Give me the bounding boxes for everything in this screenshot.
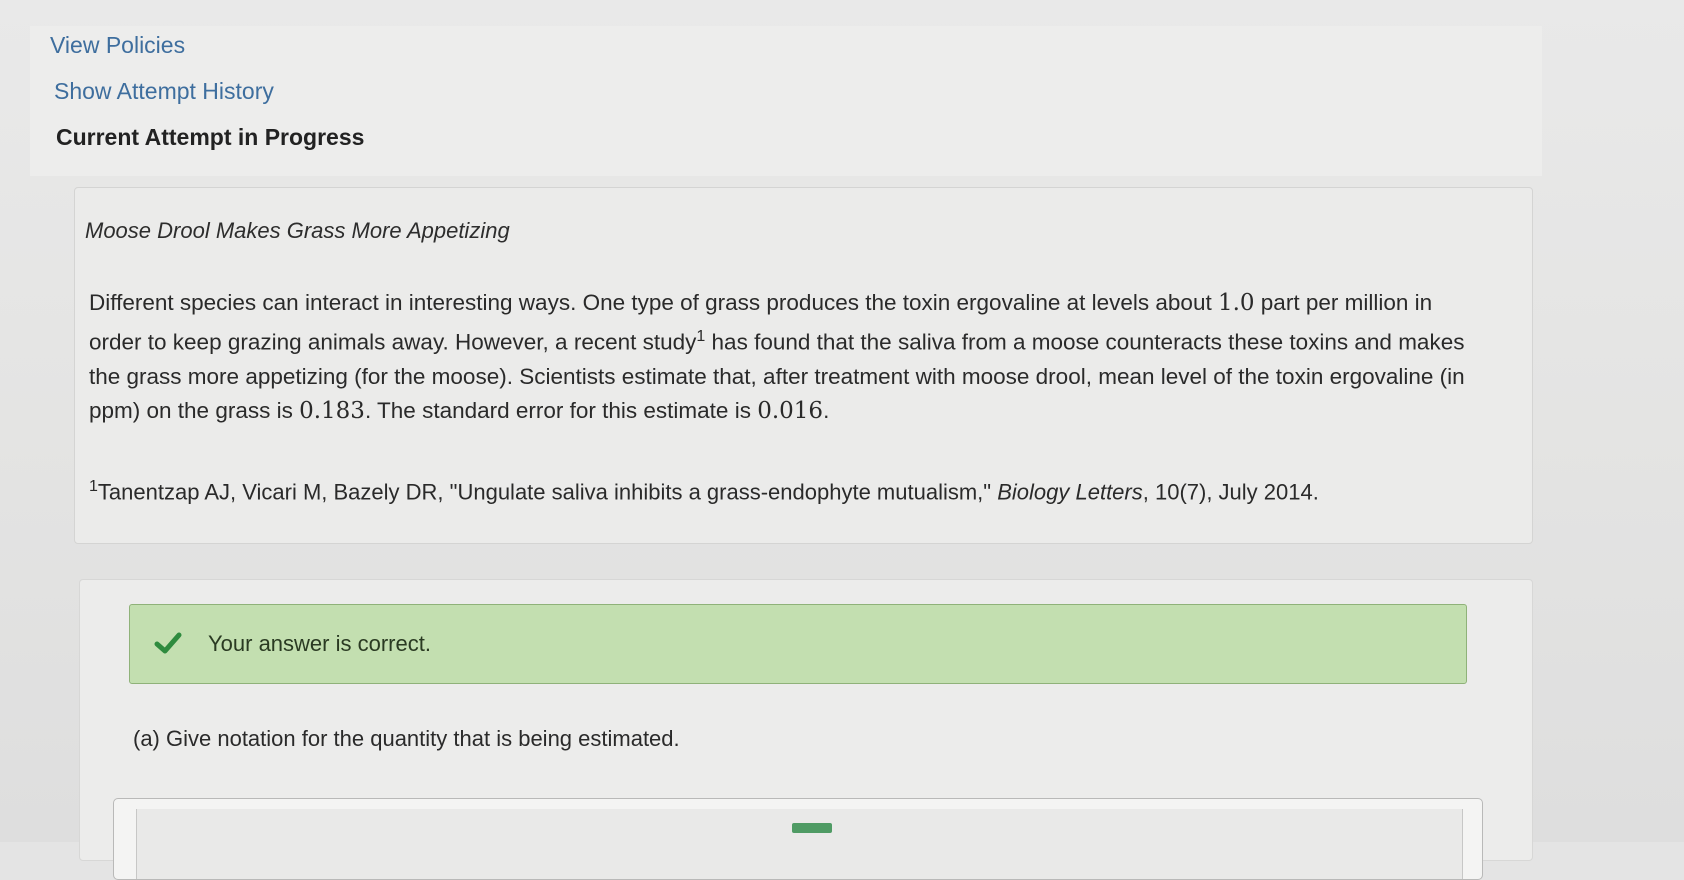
footnote-marker: 1 xyxy=(696,328,706,345)
question-text-part: Different species can interact in intere… xyxy=(89,290,1218,315)
toxin-level-value: 1.0 xyxy=(1217,290,1255,316)
question-text: Different species can interact in intere… xyxy=(89,286,1489,428)
question-title: Moose Drool Makes Grass More Appetizing xyxy=(85,218,510,243)
attempt-nav-panel: View Policies Show Attempt History Curre… xyxy=(30,26,1542,176)
footnote-details: , 10(7), July 2014. xyxy=(1142,479,1319,505)
part-a-prompt: (a) Give notation for the quantity that … xyxy=(133,726,680,751)
footnote-authors: Tanentzap AJ, Vicari M, Bazely DR, "Ungu… xyxy=(97,479,998,505)
view-policies-link[interactable]: View Policies xyxy=(50,32,185,59)
feedback-message: Your answer is correct. xyxy=(208,631,431,656)
question-card: Moose Drool Makes Grass More Appetizing … xyxy=(74,187,1533,544)
answer-input-box[interactable] xyxy=(113,798,1483,880)
footnote-journal: Biology Letters xyxy=(997,479,1143,505)
feedback-box: Your answer is correct. xyxy=(129,604,1467,684)
mean-value: 0.183 xyxy=(299,397,365,424)
check-icon xyxy=(154,632,182,654)
answer-input-area[interactable] xyxy=(136,809,1463,879)
math-editor-icon[interactable] xyxy=(792,823,832,833)
question-text-part: . The standard error for this estimate i… xyxy=(364,397,758,423)
current-attempt-heading: Current Attempt in Progress xyxy=(56,124,365,150)
show-attempt-history-link[interactable]: Show Attempt History xyxy=(54,78,274,105)
question-text-part: . xyxy=(823,397,830,423)
answer-card: Your answer is correct. (a) Give notatio… xyxy=(79,579,1533,880)
page: View Policies Show Attempt History Curre… xyxy=(0,0,1684,880)
footnote-number: 1 xyxy=(89,478,98,495)
standard-error-value: 0.016 xyxy=(757,397,824,424)
footnote: 1Tanentzap AJ, Vicari M, Bazely DR, "Ung… xyxy=(89,478,1489,505)
